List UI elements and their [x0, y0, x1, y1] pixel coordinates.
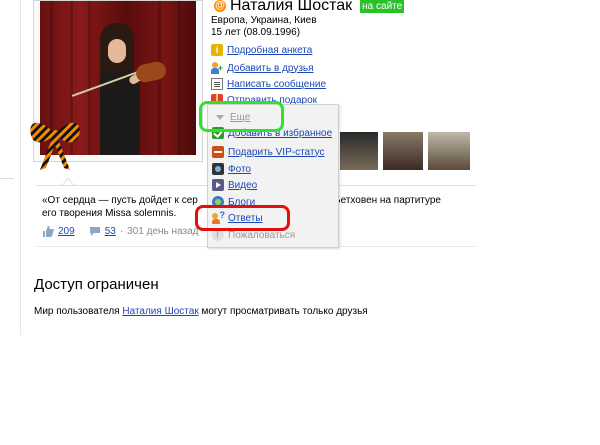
- action-profile-details[interactable]: i Подробная анкета: [211, 43, 312, 57]
- action-add-friend[interactable]: + Добавить в друзья: [211, 61, 314, 75]
- menu-item-gift-vip[interactable]: Подарить VIP-статус: [212, 145, 324, 159]
- ribbon-icon: [30, 122, 80, 170]
- stats-separator: ·: [119, 225, 124, 237]
- restricted-note-prefix: Мир пользователя: [34, 306, 120, 317]
- comments-count[interactable]: 53: [105, 226, 116, 237]
- status-line2: его творения Missa solemnis.: [42, 208, 177, 219]
- action-label[interactable]: Написать сообщение: [227, 79, 326, 90]
- online-badge: на сайте: [360, 0, 405, 13]
- likes-count[interactable]: 209: [58, 226, 75, 237]
- restricted-note: Мир пользователя Наталия Шостак могут пр…: [34, 306, 368, 317]
- highlight-answers-item: [195, 205, 290, 231]
- menu-item-label[interactable]: Фото: [228, 164, 251, 175]
- info-icon: i: [211, 44, 223, 56]
- menu-item-label[interactable]: Видео: [228, 180, 257, 191]
- restricted-title: Доступ ограничен: [34, 276, 159, 293]
- menu-item-label[interactable]: Пожаловаться: [228, 230, 295, 241]
- comment-icon[interactable]: [89, 226, 101, 237]
- camera-icon: [212, 163, 224, 175]
- vip-icon: [212, 146, 224, 158]
- video-icon: [212, 179, 224, 191]
- action-label[interactable]: Подробная анкета: [227, 45, 312, 56]
- like-icon[interactable]: [42, 225, 54, 237]
- photo-thumbnail[interactable]: [340, 132, 378, 170]
- restricted-user-link[interactable]: Наталия Шостак: [122, 306, 198, 317]
- menu-item-photo[interactable]: Фото: [212, 162, 251, 176]
- profile-name: Наталия Шостак: [230, 0, 353, 14]
- restricted-note-suffix: могут просматривать только друзья: [201, 306, 368, 317]
- status-stats: 209 53 · 301 день назад: [42, 224, 198, 238]
- left-divider: [0, 178, 14, 179]
- menu-item-label[interactable]: Подарить VIP-статус: [228, 147, 324, 158]
- photo-thumbnail[interactable]: [383, 132, 423, 170]
- action-label[interactable]: Добавить в друзья: [227, 63, 314, 74]
- add-friend-icon: +: [211, 62, 223, 74]
- profile-name-row: @ Наталия Шостак на сайте: [214, 0, 405, 16]
- page-left-border: [20, 0, 21, 335]
- menu-item-video[interactable]: Видео: [212, 178, 257, 192]
- status-line1-left: «От сердца — пусть дойдет к сер: [42, 195, 198, 206]
- profile-location: Европа, Украина, Киев: [211, 15, 317, 26]
- mail-at-icon: @: [214, 0, 226, 12]
- status-time: 301 день назад: [127, 225, 199, 237]
- message-icon: [211, 78, 223, 90]
- photo-thumbnail[interactable]: [428, 132, 470, 170]
- highlight-more-toggle: [199, 101, 284, 132]
- action-send-message[interactable]: Написать сообщение: [211, 77, 326, 91]
- profile-age: 15 лет (08.09.1996): [211, 27, 301, 38]
